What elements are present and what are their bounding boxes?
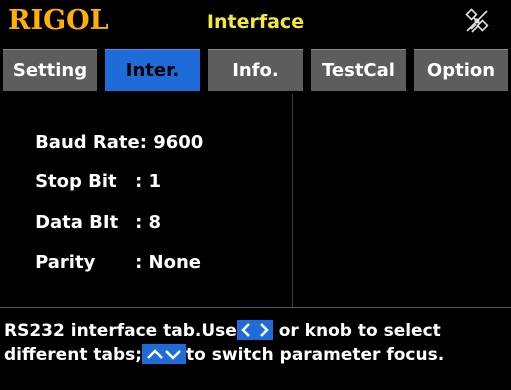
- parameter-panel: Baud Rate: 9600 Stop Bit: 1 Data BIt: 8 …: [0, 94, 511, 312]
- parity-row[interactable]: Parity : None: [10, 227, 201, 299]
- help-line-1-start: RS232 interface tab.Use: [4, 321, 237, 341]
- help-line-2-end: to switch parameter focus.: [186, 345, 445, 365]
- help-text: RS232 interface tab.Use or knob to selec…: [0, 312, 511, 390]
- parity-label: Parity: [35, 252, 96, 273]
- title-bar: RIGOL Interface: [0, 0, 511, 46]
- help-line-1: RS232 interface tab.Use or knob to selec…: [4, 319, 441, 343]
- tab-bar: Setting Inter. Info. TestCal Option: [0, 46, 511, 94]
- tab-interface[interactable]: Inter.: [105, 49, 200, 91]
- help-line-2: different tabs; to switch parameter focus…: [4, 343, 444, 367]
- help-divider: [0, 307, 511, 308]
- tab-setting[interactable]: Setting: [3, 49, 97, 91]
- tab-testcal[interactable]: TestCal: [311, 49, 406, 91]
- page-title: Interface: [206, 11, 305, 33]
- up-down-keys-icon: [142, 344, 187, 364]
- help-line-2-start: different tabs;: [4, 345, 143, 365]
- help-line-1-end: or knob to select: [278, 321, 441, 341]
- tab-option[interactable]: Option: [414, 49, 508, 91]
- panel-divider: [292, 94, 293, 308]
- parity-value: : None: [135, 252, 201, 273]
- left-right-keys-icon: [236, 320, 273, 340]
- satellite-off-icon: [465, 8, 489, 33]
- tab-info[interactable]: Info.: [208, 49, 303, 91]
